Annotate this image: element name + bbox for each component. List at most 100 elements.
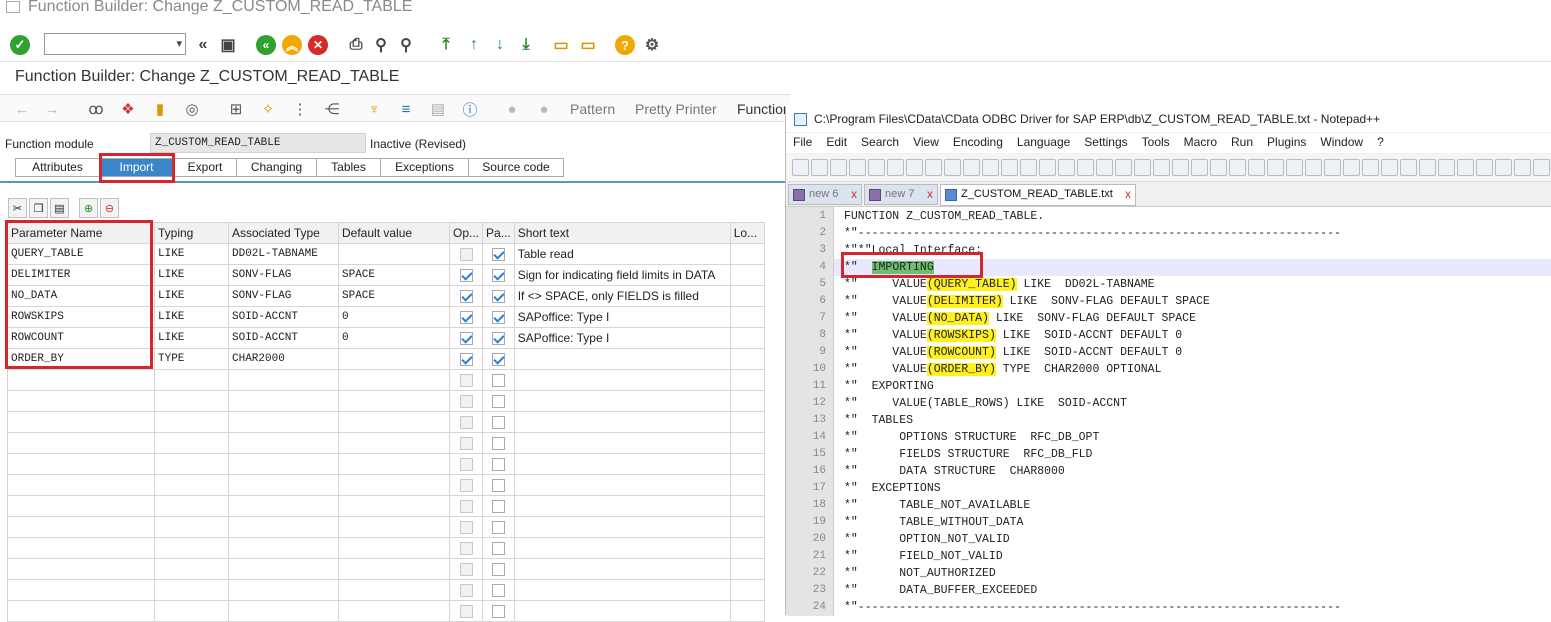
checkbox[interactable] (459, 500, 473, 514)
checkbox[interactable] (459, 311, 473, 325)
typing-cell[interactable]: LIKE (154, 327, 229, 349)
short-text-cell[interactable] (513, 348, 731, 370)
menu-tools[interactable]: Tools (1135, 133, 1177, 153)
paste-icon[interactable]: ▤ (50, 198, 69, 218)
notepadpp-toolbar-button-icon[interactable] (906, 159, 923, 176)
notepadpp-toolbar-button-icon[interactable] (792, 159, 809, 176)
cancel-icon[interactable]: ✕ (308, 35, 328, 55)
notepadpp-toolbar-button-icon[interactable] (830, 159, 847, 176)
notepadpp-toolbar-button-icon[interactable] (1324, 159, 1341, 176)
notepadpp-toolbar-button-icon[interactable] (1533, 159, 1550, 176)
short-text-cell[interactable]: Sign for indicating field limits in DATA (513, 264, 731, 286)
copy-icon[interactable]: ❐ (29, 198, 48, 218)
object-list-icon[interactable]: ♆ (364, 99, 384, 119)
tab-new-7[interactable]: new 7x (864, 184, 938, 205)
notepadpp-toolbar-button-icon[interactable] (1191, 159, 1208, 176)
menu-help[interactable]: ? (1370, 133, 1391, 153)
checkbox[interactable] (491, 563, 505, 577)
associated-type-cell[interactable]: DD02L-TABNAME (228, 243, 339, 265)
notepadpp-toolbar-button-icon[interactable] (1020, 159, 1037, 176)
associated-type-cell[interactable]: SONV-FLAG (228, 285, 339, 307)
tab-source-code[interactable]: Source code (468, 158, 564, 177)
notepadpp-toolbar-button-icon[interactable] (1096, 159, 1113, 176)
tab-tables[interactable]: Tables (316, 158, 380, 177)
cut-icon[interactable]: ✂ (8, 198, 27, 218)
notepadpp-toolbar-button-icon[interactable] (1495, 159, 1512, 176)
forward-arrow-icon[interactable]: → (42, 99, 62, 119)
menu-plugins[interactable]: Plugins (1260, 133, 1313, 153)
col-optional[interactable]: Op... (448, 222, 484, 244)
checkbox[interactable] (459, 605, 473, 619)
frame-icon[interactable]: ▤ (428, 99, 448, 119)
default-value-cell[interactable] (338, 243, 450, 265)
notepadpp-toolbar-button-icon[interactable] (1267, 159, 1284, 176)
menu-settings[interactable]: Settings (1077, 133, 1134, 153)
notepadpp-toolbar-button-icon[interactable] (1001, 159, 1018, 176)
first-page-icon[interactable]: ⤒ (435, 34, 457, 56)
activate-icon[interactable]: ▮ (150, 99, 170, 119)
notepadpp-toolbar-button-icon[interactable] (811, 159, 828, 176)
menu-search[interactable]: Search (854, 133, 906, 153)
check-icon[interactable]: ❖ (118, 99, 138, 119)
menu-window[interactable]: Window (1313, 133, 1370, 153)
long-text-cell[interactable] (729, 348, 765, 370)
default-value-cell[interactable]: 0 (338, 327, 450, 349)
checkbox[interactable] (491, 248, 505, 262)
long-text-cell[interactable] (729, 306, 765, 328)
long-text-cell[interactable] (729, 243, 765, 265)
menu-file[interactable]: File (786, 133, 819, 153)
find-icon[interactable]: ⚲ (370, 34, 392, 56)
associated-type-cell[interactable]: SONV-FLAG (228, 264, 339, 286)
pretty-printer-button[interactable]: Pretty Printer (635, 101, 717, 117)
col-typing[interactable]: Typing (154, 222, 229, 244)
checkbox[interactable] (459, 458, 473, 472)
associated-type-cell[interactable]: SOID-ACCNT (228, 327, 339, 349)
checkbox[interactable] (459, 521, 473, 535)
notepadpp-toolbar-button-icon[interactable] (1134, 159, 1151, 176)
checkbox[interactable] (491, 437, 505, 451)
notepadpp-toolbar-button-icon[interactable] (925, 159, 942, 176)
back-arrow-icon[interactable]: ← (12, 99, 32, 119)
notepadpp-toolbar-button-icon[interactable] (1514, 159, 1531, 176)
col-pass-value[interactable]: Pa... (482, 222, 515, 244)
notepadpp-toolbar-button-icon[interactable] (887, 159, 904, 176)
notepadpp-toolbar-button-icon[interactable] (982, 159, 999, 176)
checkbox[interactable] (491, 269, 505, 283)
menu-view[interactable]: View (906, 133, 946, 153)
watchpoint-icon[interactable]: ● (534, 99, 554, 119)
pattern-button[interactable]: Pattern (570, 101, 615, 117)
find-next-icon[interactable]: ⚲ (395, 34, 417, 56)
close-tab-icon[interactable]: x (1125, 185, 1131, 204)
notepadpp-toolbar-button-icon[interactable] (1039, 159, 1056, 176)
breakpoint-icon[interactable]: ● (502, 99, 522, 119)
col-short-text[interactable]: Short text (513, 222, 731, 244)
checkbox[interactable] (459, 563, 473, 577)
notepadpp-toolbar-button-icon[interactable] (944, 159, 961, 176)
checkbox[interactable] (491, 416, 505, 430)
where-used-icon[interactable]: ⊞ (226, 99, 246, 119)
typing-cell[interactable]: LIKE (154, 306, 229, 328)
checkbox[interactable] (459, 437, 473, 451)
magic-wand-icon[interactable]: ✧ (258, 99, 278, 119)
notepadpp-toolbar-button-icon[interactable] (1438, 159, 1455, 176)
associated-type-cell[interactable]: CHAR2000 (228, 348, 339, 370)
navigation-icon[interactable]: ⋲ (322, 99, 342, 119)
checkbox[interactable] (491, 584, 505, 598)
notepadpp-toolbar-button-icon[interactable] (1153, 159, 1170, 176)
notepadpp-toolbar-button-icon[interactable] (1172, 159, 1189, 176)
checkbox[interactable] (491, 290, 505, 304)
menu-language[interactable]: Language (1010, 133, 1077, 153)
col-long-text[interactable]: Lo... (729, 222, 765, 244)
close-tab-icon[interactable]: x (927, 185, 933, 204)
help-icon[interactable]: ? (615, 35, 635, 55)
checkbox[interactable] (491, 374, 505, 388)
notepadpp-toolbar-button-icon[interactable] (1476, 159, 1493, 176)
test-icon[interactable]: ◎ (182, 99, 202, 119)
tab-attributes[interactable]: Attributes (15, 158, 99, 177)
checkbox[interactable] (459, 584, 473, 598)
print-icon[interactable]: ⎙ (345, 34, 367, 56)
typing-cell[interactable]: TYPE (154, 348, 229, 370)
tab-export[interactable]: Export (173, 158, 236, 177)
tree-icon[interactable]: ≡ (396, 99, 416, 119)
checkbox[interactable] (459, 248, 473, 262)
